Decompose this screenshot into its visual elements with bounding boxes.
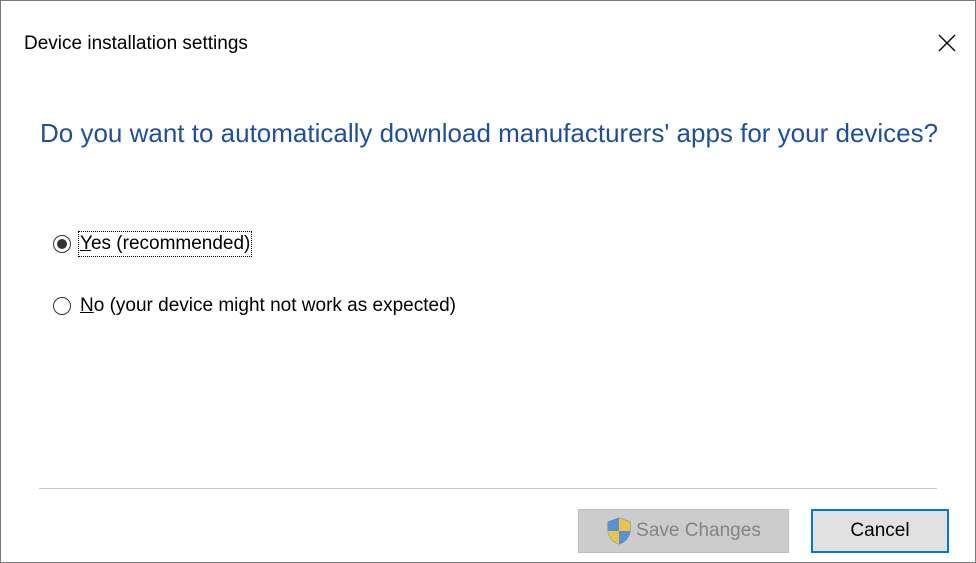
- close-button[interactable]: [929, 25, 965, 61]
- save-changes-button[interactable]: Save Changes: [578, 509, 789, 553]
- radio-label-yes[interactable]: Yes (recommended): [77, 231, 253, 257]
- title-bar[interactable]: Device installation settings: [1, 1, 975, 85]
- mnemonic-n: N: [80, 295, 94, 316]
- footer-divider: [39, 488, 937, 489]
- radio-option-no[interactable]: No (your device might not work as expect…: [53, 293, 457, 319]
- save-changes-label: Save Changes: [636, 520, 761, 541]
- dialog-question: Do you want to automatically download ma…: [40, 118, 939, 148]
- radio-label-no-text: o (your device might not work as expecte…: [93, 295, 456, 316]
- radio-label-yes-text: es (recommended): [90, 233, 251, 254]
- mnemonic-y: Y: [80, 233, 91, 254]
- radio-selected-dot: [57, 239, 67, 249]
- uac-shield-icon: [607, 517, 631, 545]
- cancel-button[interactable]: Cancel: [811, 509, 949, 553]
- radio-option-yes[interactable]: Yes (recommended): [53, 231, 253, 257]
- window-title: Device installation settings: [24, 33, 248, 54]
- radio-label-no[interactable]: No (your device might not work as expect…: [79, 294, 457, 318]
- dialog-window: Device installation settings Do you want…: [0, 0, 976, 563]
- radio-button-no[interactable]: [53, 297, 71, 315]
- cancel-label: Cancel: [850, 520, 910, 541]
- radio-button-yes[interactable]: [53, 235, 71, 253]
- close-icon: [938, 34, 956, 52]
